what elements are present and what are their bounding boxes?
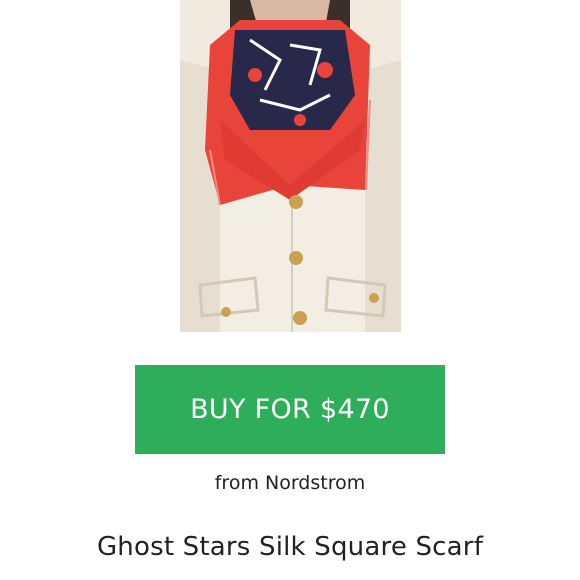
buy-button[interactable]: BUY FOR $470 <box>135 365 445 454</box>
scarf-photo-illustration <box>180 0 401 332</box>
product-title: Ghost Stars Silk Square Scarf <box>96 532 484 562</box>
retailer-text: from Nordstrom <box>214 472 366 494</box>
product-image[interactable] <box>180 0 401 332</box>
